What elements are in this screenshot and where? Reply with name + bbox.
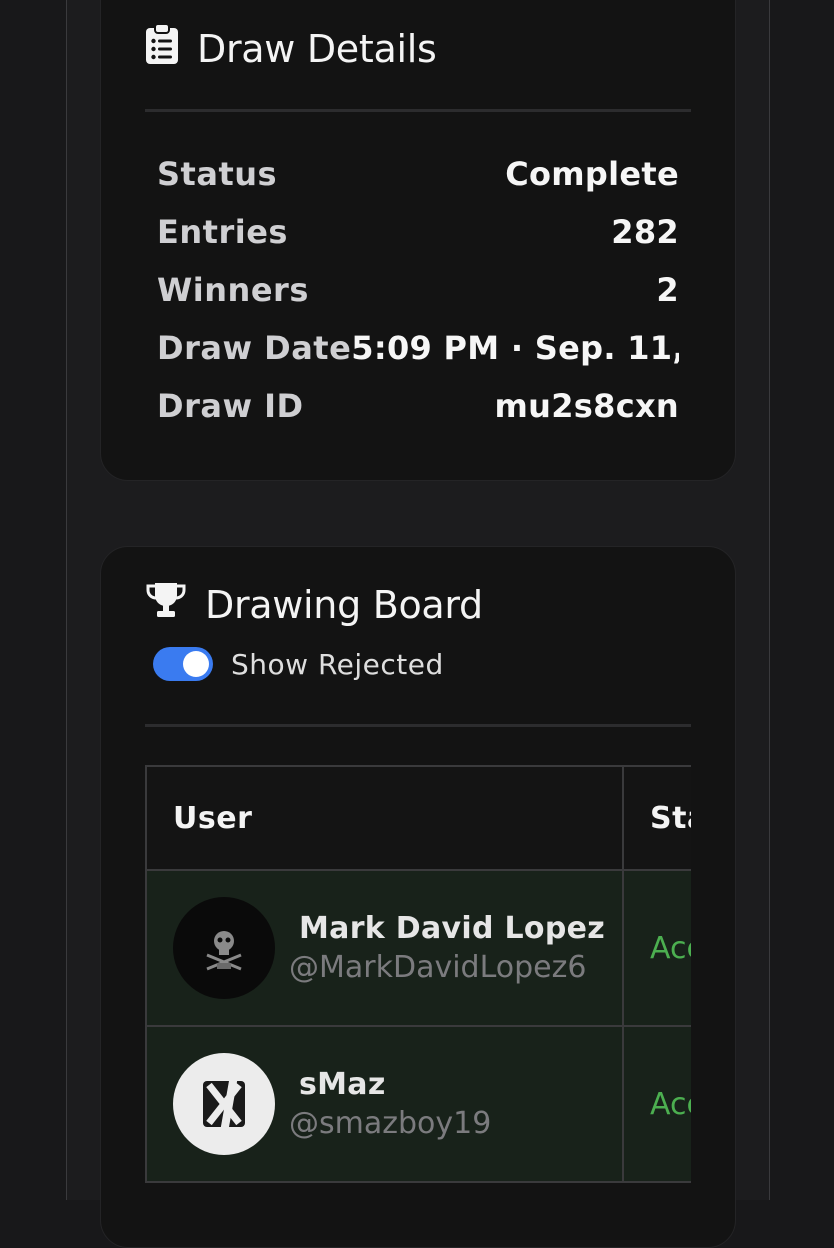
detail-label: Draw Date (157, 329, 352, 367)
detail-value: Complete (505, 155, 679, 193)
table-row[interactable]: sMaz @smazboy19 Accepted (145, 1025, 691, 1183)
detail-row-draw-id: Draw ID mu2s8cxn (157, 377, 679, 435)
toggle-knob (183, 651, 209, 677)
show-rejected-label: Show Rejected (231, 647, 444, 681)
details-divider (145, 109, 691, 112)
user-cell: Mark David Lopez @MarkDavidLopez6 (145, 869, 624, 1027)
column-header-user[interactable]: User (145, 765, 624, 871)
user-cell: sMaz @smazboy19 (145, 1025, 624, 1183)
table-row[interactable]: Mark David Lopez @MarkDavidLopez6 Accept… (145, 869, 691, 1027)
drawing-board-card: Drawing Board Show Rejected User Status (100, 546, 736, 1248)
detail-value: 5:09 PM · Sep. 11, 2 (351, 329, 679, 367)
user-display-name: Mark David Lopez (299, 911, 606, 946)
draw-details-card: Draw Details Status Complete Entries 282… (100, 0, 736, 481)
detail-row-winners: Winners 2 (157, 261, 679, 319)
user-handle[interactable]: @smazboy19 (289, 1106, 491, 1141)
avatar[interactable] (173, 1053, 275, 1155)
detail-row-entries: Entries 282 (157, 203, 679, 261)
detail-value: 282 (611, 213, 679, 251)
status-cell: Accepted (622, 869, 691, 1027)
clipboard-list-icon (145, 23, 179, 74)
draw-details-title: Draw Details (197, 26, 437, 71)
trophy-icon (145, 581, 187, 628)
detail-label: Status (157, 155, 278, 193)
detail-label: Entries (157, 213, 288, 251)
detail-row-status: Status Complete (157, 145, 679, 203)
details-list: Status Complete Entries 282 Winners 2 Dr… (157, 145, 679, 435)
drawing-board-title: Drawing Board (205, 582, 483, 627)
drawing-board-table-scroll[interactable]: User Status (145, 765, 691, 1247)
detail-row-draw-date: Draw Date 5:09 PM · Sep. 11, 2 (157, 319, 679, 377)
drawing-board-header: Drawing Board (145, 581, 483, 628)
column-header-status[interactable]: Status (622, 765, 691, 871)
table-header-row: User Status (145, 765, 691, 871)
board-divider (145, 724, 691, 727)
show-rejected-control: Show Rejected (153, 647, 444, 681)
user-handle[interactable]: @MarkDavidLopez6 (289, 950, 605, 985)
drawing-board-table: User Status (145, 765, 691, 1183)
detail-label: Winners (157, 271, 309, 309)
detail-label: Draw ID (157, 387, 304, 425)
status-cell: Accepted (622, 1025, 691, 1183)
draw-details-header: Draw Details (145, 23, 437, 74)
detail-value: 2 (656, 271, 679, 309)
detail-value: mu2s8cxn (494, 387, 679, 425)
user-display-name: sMaz (299, 1067, 386, 1102)
show-rejected-toggle[interactable] (153, 647, 213, 681)
avatar[interactable] (173, 897, 275, 999)
